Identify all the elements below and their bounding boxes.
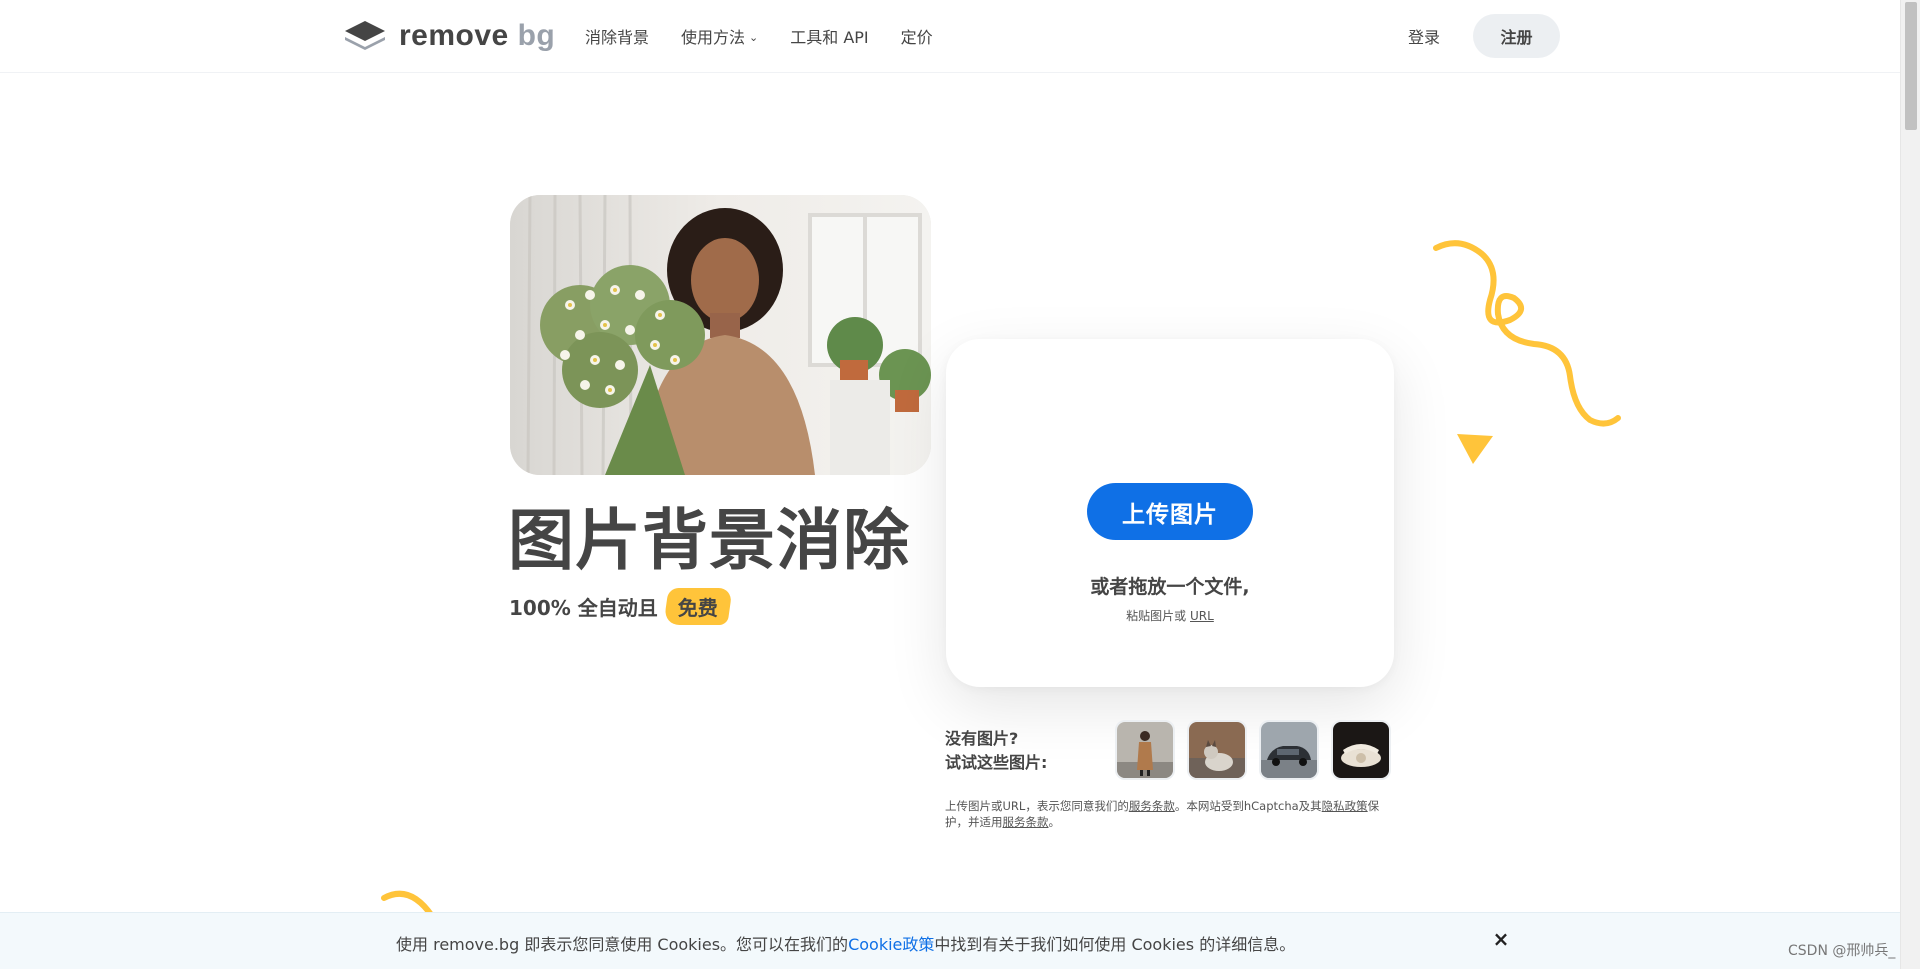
paste-hint-text: 粘贴图片或 bbox=[1126, 609, 1187, 623]
cookie-text-before: 使用 remove.bg 即表示您同意使用 Cookies。您可以在我们的 bbox=[396, 935, 849, 954]
nav-item-tools-api[interactable]: 工具和 API bbox=[790, 24, 868, 48]
decorative-triangle bbox=[1457, 434, 1493, 464]
nav-item-label: 定价 bbox=[900, 28, 933, 47]
terms-text-2: 。本网站受到hCaptcha及其 bbox=[1174, 799, 1322, 813]
main-nav: 消除背景 使用方法 ⌄ 工具和 API 定价 bbox=[585, 24, 965, 48]
close-icon[interactable]: × bbox=[1490, 927, 1512, 951]
logo-layers-icon bbox=[345, 21, 385, 50]
privacy-policy-link[interactable]: 隐私政策 bbox=[1322, 799, 1368, 813]
logo-text: remove bg bbox=[399, 19, 555, 53]
sample-images-label: 没有图片? 试试这些图片: bbox=[945, 727, 1047, 775]
sample-telephone-thumbnail bbox=[1333, 722, 1389, 778]
upload-card[interactable]: 上传图片 或者拖放一个文件, 粘贴图片或 URL bbox=[946, 339, 1394, 687]
hcaptcha-terms-link[interactable]: 服务条款 bbox=[1003, 815, 1049, 829]
login-link[interactable]: 登录 bbox=[1408, 24, 1440, 48]
nav-item-label: 消除背景 bbox=[585, 28, 650, 47]
scrollbar-thumb[interactable] bbox=[1905, 2, 1917, 130]
terms-notice: 上传图片或URL，表示您同意我们的服务条款。本网站受到hCaptcha及其隐私政… bbox=[945, 798, 1395, 830]
drop-file-text: 或者拖放一个文件, bbox=[1090, 576, 1250, 598]
sample-images bbox=[1115, 720, 1403, 780]
hero-subtitle: 100% 全自动且 免费 bbox=[509, 588, 730, 625]
cookie-consent-bar: 使用 remove.bg 即表示您同意使用 Cookies。您可以在我们的Coo… bbox=[0, 912, 1900, 969]
upload-image-button[interactable]: 上传图片 bbox=[1087, 483, 1253, 540]
free-badge-label: 免费 bbox=[677, 596, 718, 620]
logo-text-main: remove bbox=[399, 19, 509, 52]
logo-text-accent: bg bbox=[517, 19, 556, 52]
terms-of-service-link[interactable]: 服务条款 bbox=[1129, 799, 1175, 813]
page-scrollbar[interactable] bbox=[1900, 0, 1920, 969]
sample-image-telephone[interactable] bbox=[1331, 720, 1391, 780]
nav-item-label: 工具和 API bbox=[790, 28, 869, 47]
sample-person-thumbnail bbox=[1117, 722, 1173, 778]
top-navbar: remove bg 消除背景 使用方法 ⌄ 工具和 API 定价 登录 注册 bbox=[0, 0, 1900, 73]
paste-hint: 粘贴图片或 URL bbox=[946, 607, 1394, 624]
nav-item-how-to-use[interactable]: 使用方法 ⌄ bbox=[681, 24, 758, 48]
free-badge: 免费 bbox=[666, 588, 730, 625]
paste-url-link[interactable]: URL bbox=[1190, 609, 1214, 623]
sample-image-cat[interactable] bbox=[1187, 720, 1247, 780]
cookie-text-after: 中找到有关于我们如何使用 Cookies 的详细信息。 bbox=[934, 935, 1296, 954]
terms-text-1: 上传图片或URL，表示您同意我们的 bbox=[945, 799, 1129, 813]
decorative-squiggle bbox=[1433, 240, 1621, 427]
watermark: CSDN @邢帅兵_ bbox=[1788, 943, 1896, 959]
hero-image bbox=[510, 195, 931, 475]
sample-cat-thumbnail bbox=[1189, 722, 1245, 778]
chevron-down-icon: ⌄ bbox=[749, 30, 759, 44]
hero-title: 图片背景消除 bbox=[508, 502, 910, 579]
nav-item-remove-background[interactable]: 消除背景 bbox=[585, 24, 649, 48]
cookie-consent-text: 使用 remove.bg 即表示您同意使用 Cookies。您可以在我们的Coo… bbox=[396, 931, 1295, 955]
sample-label-line2: 试试这些图片: bbox=[945, 753, 1048, 772]
nav-item-label: 使用方法 bbox=[681, 28, 746, 47]
page: remove bg 消除背景 使用方法 ⌄ 工具和 API 定价 登录 注册 图… bbox=[0, 0, 1920, 969]
logo[interactable]: remove bg bbox=[343, 19, 555, 53]
signup-button[interactable]: 注册 bbox=[1473, 14, 1560, 58]
sample-label-line1: 没有图片? bbox=[945, 729, 1019, 748]
hero-woman-with-flowers-image bbox=[510, 195, 931, 475]
cookie-policy-link[interactable]: Cookie政策 bbox=[848, 935, 934, 954]
sample-image-car[interactable] bbox=[1259, 720, 1319, 780]
sample-car-thumbnail bbox=[1261, 722, 1317, 778]
sample-image-person[interactable] bbox=[1115, 720, 1175, 780]
hero-subtitle-text: 100% 全自动且 bbox=[509, 596, 658, 620]
terms-text-4: 。 bbox=[1048, 815, 1061, 829]
nav-item-pricing[interactable]: 定价 bbox=[901, 24, 933, 48]
